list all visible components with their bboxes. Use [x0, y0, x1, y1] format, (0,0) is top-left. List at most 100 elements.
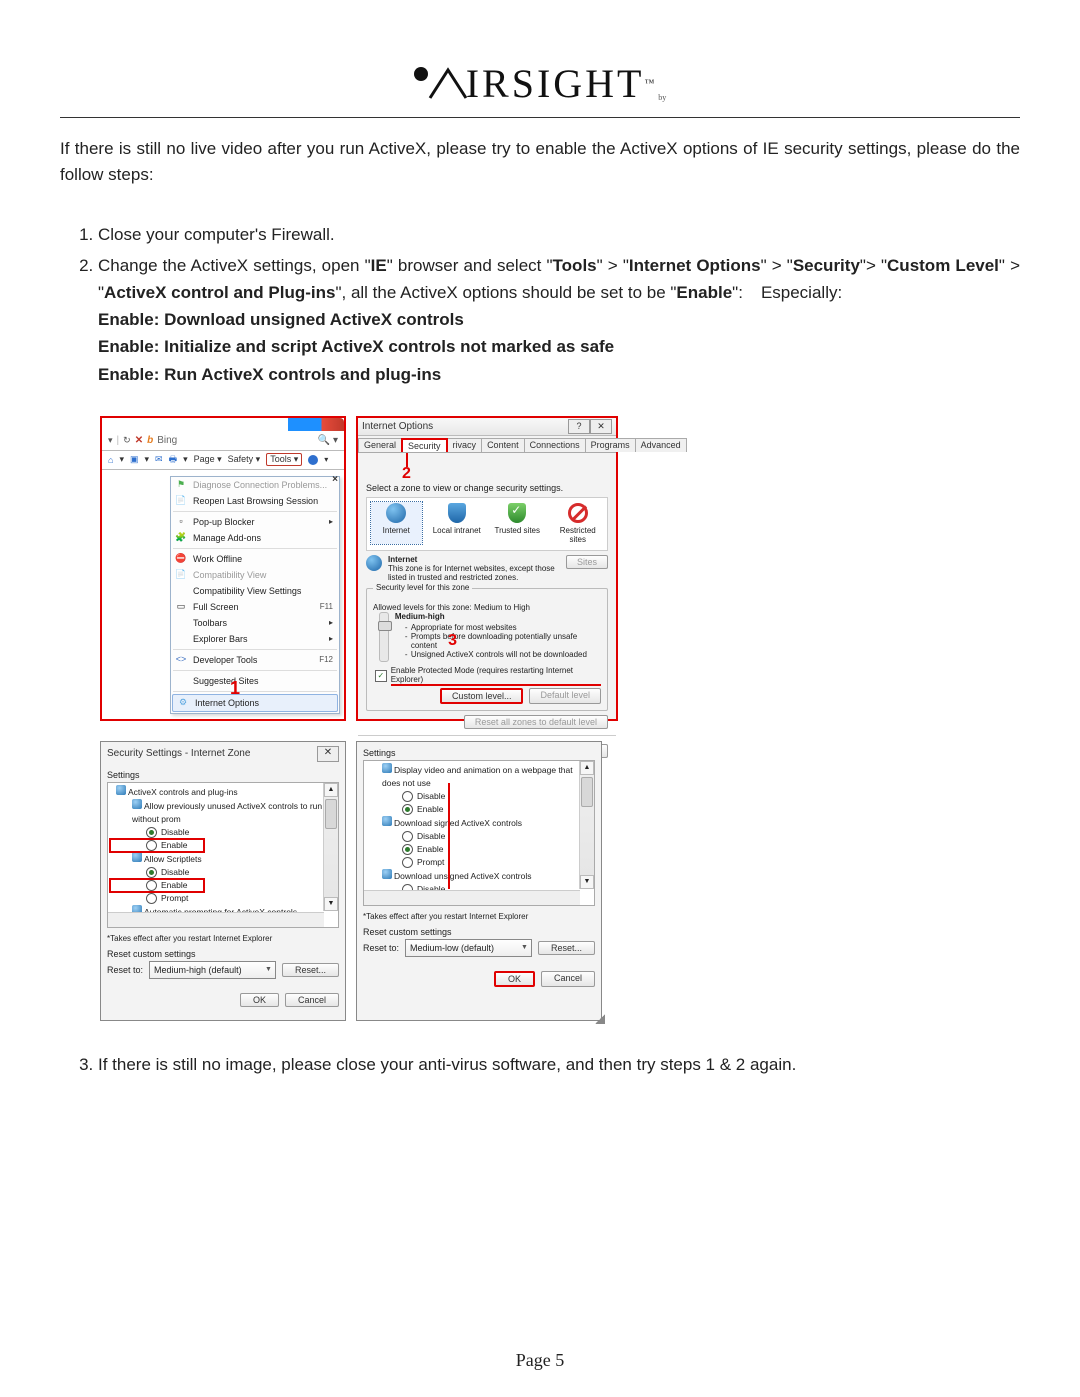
tab-content[interactable]: Content [481, 438, 525, 452]
ok-button[interactable]: OK [240, 993, 279, 1007]
step-2: Change the ActiveX settings, open "IE" b… [98, 252, 1020, 388]
gear-icon [414, 67, 428, 81]
mi-addons[interactable]: 🧩Manage Add-ons [171, 530, 339, 546]
trademark: ™ [644, 78, 654, 89]
safety-menu[interactable]: Safety ▾ [228, 454, 261, 465]
reset-all-button[interactable]: Reset all zones to default level [464, 715, 608, 729]
ok-button[interactable]: OK [494, 971, 535, 987]
settings-tree[interactable]: ActiveX controls and plug-ins Allow prev… [107, 782, 339, 928]
feeds-icon: ▣ [130, 454, 139, 465]
brand-logo: IRSIGHT ™ by [60, 60, 1020, 107]
page-menu[interactable]: Page ▾ [194, 454, 222, 465]
zone-restricted[interactable]: Restricted sites [553, 502, 604, 544]
zone-description: This zone is for Internet websites, exce… [388, 564, 560, 582]
globe-icon [386, 503, 406, 523]
settings-tree[interactable]: Display video and animation on a webpage… [363, 760, 595, 906]
restart-note: *Takes effect after you restart Internet… [363, 912, 595, 921]
print-icon: 🖶 [169, 452, 178, 468]
globe-icon [366, 555, 382, 571]
reset-to-combo[interactable]: Medium-low (default) [405, 939, 532, 957]
tab-general[interactable]: General [358, 438, 402, 452]
reset-to-label: Reset to: [107, 965, 143, 975]
screenshot-figure: ▾| ↻ ✕ bBing 🔍 ▾ ⌂▾ ▣▾ ✉ 🖶▾ Page ▾ Safet… [100, 416, 1020, 1021]
tab-privacy[interactable]: rivacy [447, 438, 483, 452]
tab-advanced[interactable]: Advanced [635, 438, 687, 452]
protected-mode-label: Enable Protected Mode (requires restarti… [391, 666, 601, 686]
mi-offline[interactable]: ⛔Work Offline [171, 551, 339, 567]
home-icon: ⌂ [108, 455, 113, 465]
vertical-scrollbar[interactable]: ▲▼ [323, 783, 338, 911]
stop-icon: ✕ [135, 435, 143, 446]
callout-number-3: 3 [448, 632, 457, 650]
settings-label: Settings [107, 770, 339, 780]
address-bar: ▾| ↻ ✕ bBing 🔍 ▾ [102, 432, 344, 451]
restart-note: *Takes effect after you restart Internet… [107, 934, 339, 943]
mi-compat-settings[interactable]: Compatibility View Settings [171, 583, 339, 599]
mi-internet-options[interactable]: ⚙Internet Options [172, 694, 338, 712]
horizontal-scrollbar[interactable] [364, 890, 580, 905]
shield-check-icon [508, 503, 526, 523]
default-level-button[interactable]: Default level [529, 688, 601, 704]
security-settings-panel-b: Settings Display video and animation on … [356, 741, 602, 1021]
callout-number-1: 1 [230, 678, 240, 699]
reset-button[interactable]: Reset... [282, 963, 339, 977]
dialog-titlebar: Internet Options ? ✕ [358, 418, 616, 436]
zone-picker: Internet Local intranet Trusted sites Re… [366, 497, 608, 551]
shield-icon [448, 503, 466, 523]
ie-tools-menu-panel: ▾| ↻ ✕ bBing 🔍 ▾ ⌂▾ ▣▾ ✉ 🖶▾ Page ▾ Safet… [100, 416, 346, 721]
reset-to-label: Reset to: [363, 943, 399, 953]
tab-programs[interactable]: Programs [585, 438, 636, 452]
custom-level-button[interactable]: Custom level... [440, 688, 524, 704]
close-button[interactable]: ✕ [317, 746, 339, 762]
allowed-levels: Allowed levels for this zone: Medium to … [373, 603, 601, 612]
reset-to-combo[interactable]: Medium-high (default) [149, 961, 276, 979]
resize-grip-icon[interactable] [595, 1014, 605, 1024]
step-2-line-1: Enable: Download unsigned ActiveX contro… [98, 310, 464, 329]
zone-name: Internet [388, 555, 560, 564]
settings-label: Settings [363, 748, 595, 758]
zone-internet[interactable]: Internet [371, 502, 422, 544]
cancel-button[interactable]: Cancel [541, 971, 595, 987]
window-controls-icon [288, 418, 344, 431]
reset-custom-label: Reset custom settings [363, 927, 595, 937]
tools-menu[interactable]: Tools ▾ [266, 453, 302, 466]
close-button[interactable]: ✕ [590, 419, 612, 434]
logo-byline: by [658, 93, 666, 102]
protected-mode-checkbox[interactable]: ✓ [375, 670, 387, 682]
cancel-button[interactable]: Cancel [285, 993, 339, 1007]
dialog-tabs: General Security rivacy Content Connecti… [358, 436, 616, 453]
security-settings-panel-a: Security Settings - Internet Zone ✕ Sett… [100, 741, 346, 1021]
page-footer: Page 5 [0, 1350, 1080, 1371]
zone-local[interactable]: Local intranet [432, 502, 483, 544]
search-icon: 🔍 ▾ [318, 435, 338, 446]
mi-diagnose[interactable]: ⚑Diagnose Connection Problems... [171, 477, 339, 493]
header-divider [60, 117, 1020, 118]
tab-connections[interactable]: Connections [524, 438, 586, 452]
security-level-group: Security level for this zone Allowed lev… [366, 588, 608, 711]
tab-security[interactable]: Security [401, 438, 448, 452]
no-entry-icon [568, 503, 588, 523]
intro-paragraph: If there is still no live video after yo… [60, 136, 1020, 189]
logo-text: IRSIGHT [466, 60, 645, 107]
mi-compat[interactable]: 📄Compatibility View [171, 567, 339, 583]
activex-icon [116, 785, 126, 795]
mi-toolbars[interactable]: Toolbars▸ [171, 615, 339, 631]
ie-command-bar: ⌂▾ ▣▾ ✉ 🖶▾ Page ▾ Safety ▾ Tools ▾ ▾ [102, 451, 344, 470]
mi-explorer-bars[interactable]: Explorer Bars▸ [171, 631, 339, 647]
sites-button[interactable]: Sites [566, 555, 608, 569]
reset-button[interactable]: Reset... [538, 941, 595, 955]
help-button[interactable]: ? [568, 419, 590, 434]
mi-reopen[interactable]: 📄Reopen Last Browsing Session [171, 493, 339, 509]
callout-number-2: 2 [402, 467, 616, 481]
mi-popup[interactable]: ▫Pop-up Blocker▸ [171, 514, 339, 530]
mi-fullscreen[interactable]: ▭Full ScreenF11 [171, 599, 339, 615]
security-slider[interactable] [379, 612, 389, 662]
mail-icon: ✉ [155, 454, 163, 465]
step-3: If there is still no image, please close… [98, 1051, 1020, 1078]
mi-dev-tools[interactable]: <>Developer ToolsF12 [171, 652, 339, 668]
zone-trusted[interactable]: Trusted sites [492, 502, 543, 544]
horizontal-scrollbar[interactable] [108, 912, 324, 927]
vertical-scrollbar[interactable]: ▲▼ [579, 761, 594, 889]
step-2-line-3: Enable: Run ActiveX controls and plug-in… [98, 365, 441, 384]
mi-suggested[interactable]: Suggested Sites [171, 673, 339, 689]
